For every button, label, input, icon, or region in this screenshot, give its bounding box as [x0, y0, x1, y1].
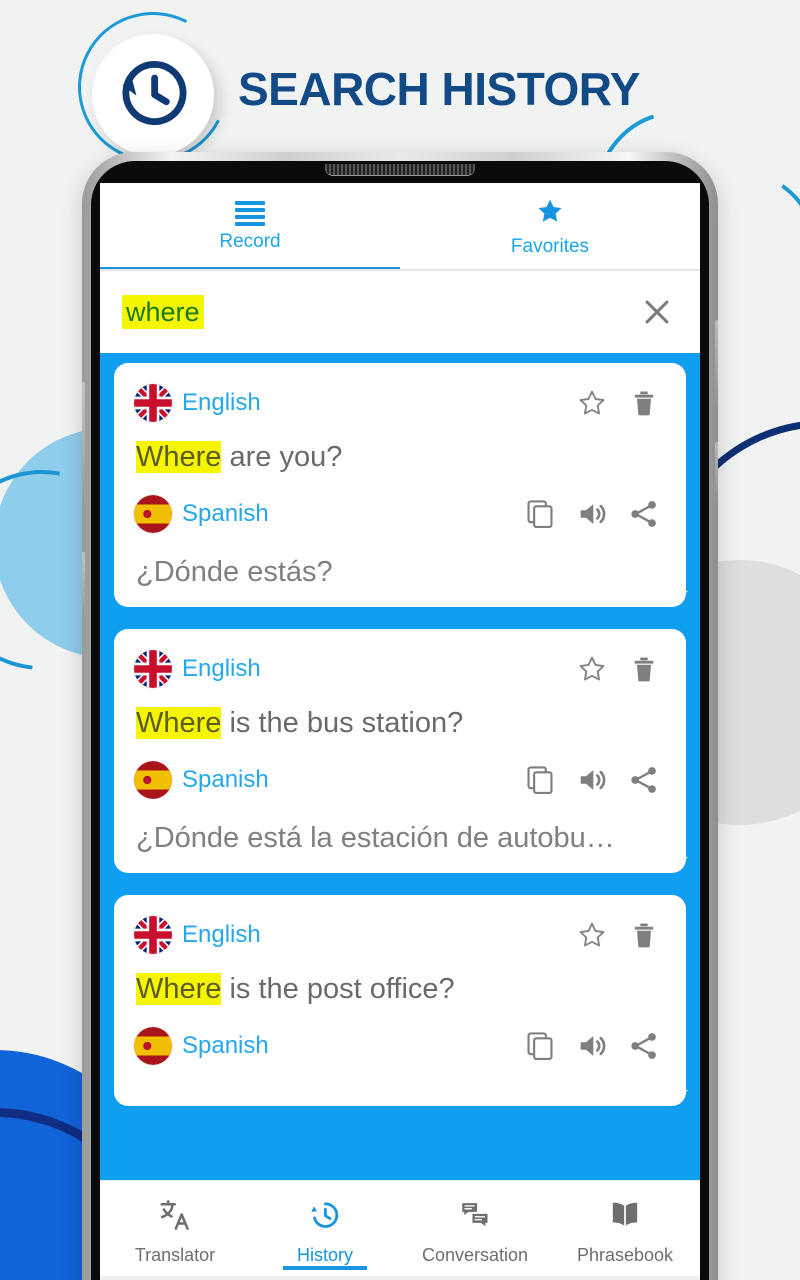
spain-flag-icon — [134, 495, 172, 533]
trash-icon[interactable] — [622, 381, 666, 425]
copy-icon[interactable] — [518, 492, 562, 536]
share-icon[interactable] — [622, 1024, 666, 1068]
star-icon — [535, 197, 565, 231]
star-outline-icon[interactable] — [570, 647, 614, 691]
history-card[interactable]: English — [114, 629, 686, 873]
source-phrase-rest: is the bus station? — [221, 707, 464, 739]
speaker-icon[interactable] — [570, 1024, 614, 1068]
source-phrase-highlight: Where — [136, 973, 222, 1005]
trash-icon[interactable] — [622, 913, 666, 957]
chat-bubbles-icon — [458, 1198, 492, 1237]
uk-flag-icon — [134, 650, 172, 688]
translate-icon — [158, 1198, 192, 1237]
share-icon[interactable] — [622, 492, 666, 536]
source-language-row: English — [134, 913, 666, 957]
target-language-label: Spanish — [182, 500, 269, 527]
tab-record-label: Record — [219, 231, 281, 252]
phone-mockup: Record Favorites where English Where are… — [82, 152, 718, 1280]
history-icon — [114, 54, 192, 137]
phone-earpiece-speaker — [325, 164, 475, 176]
source-phrase-rest: are you? — [221, 441, 343, 473]
promo-header: SEARCH HISTORY — [0, 18, 800, 156]
speaker-icon[interactable] — [570, 492, 614, 536]
source-phrase-rest: is the post office? — [221, 973, 455, 1005]
source-language-label: English — [182, 655, 261, 682]
tab-record[interactable]: Record — [100, 183, 400, 271]
source-phrase-highlight: Where — [136, 707, 222, 739]
source-language-row: English — [134, 381, 666, 425]
tab-favorites-label: Favorites — [510, 235, 590, 257]
nav-item-phrasebook-label: Phrasebook — [576, 1244, 674, 1265]
phone-power-button — [715, 442, 718, 502]
nav-item-translator[interactable]: Translator — [100, 1181, 250, 1276]
phone-left-button-a — [82, 382, 85, 502]
target-language-row: Spanish — [134, 492, 666, 536]
trash-icon[interactable] — [622, 647, 666, 691]
page-title: SEARCH HISTORY — [238, 63, 640, 115]
top-tabs: Record Favorites — [100, 183, 700, 271]
target-language-row: Spanish — [134, 758, 666, 802]
uk-flag-icon — [134, 916, 172, 954]
nav-item-history[interactable]: History — [250, 1181, 400, 1276]
nav-item-conversation[interactable]: Conversation — [400, 1181, 550, 1276]
target-phrase: ¿Dónde está la estación de autobu… — [136, 822, 615, 854]
nav-item-conversation-label: Conversation — [421, 1244, 529, 1265]
target-language-label: Spanish — [182, 766, 269, 793]
speaker-icon[interactable] — [570, 758, 614, 802]
phone-volume-button — [715, 320, 718, 412]
source-phrase-highlight: Where — [136, 441, 222, 473]
history-card[interactable]: English — [114, 363, 686, 607]
phone-left-button-b — [82, 552, 85, 614]
target-phrase: ¿Dónde estás? — [136, 556, 333, 588]
target-language-label: Spanish — [182, 1032, 269, 1059]
search-bar: where — [100, 271, 700, 353]
search-input[interactable]: where — [122, 294, 204, 330]
promo-screenshot: SEARCH HISTORY Record Favorites where En… — [0, 0, 800, 1280]
star-outline-icon[interactable] — [570, 381, 614, 425]
nav-item-history-label: History — [296, 1244, 353, 1265]
source-language-label: English — [182, 921, 261, 948]
copy-icon[interactable] — [518, 1024, 562, 1068]
close-icon[interactable] — [636, 291, 678, 333]
history-clock-icon — [308, 1198, 342, 1237]
star-outline-icon[interactable] — [570, 913, 614, 957]
history-list[interactable]: English Where are you? Spanish ¿Dónde es… — [100, 353, 700, 1180]
source-phrase: Where is the post office? — [136, 973, 666, 1006]
open-book-icon — [608, 1198, 642, 1237]
source-phrase: Where are you? — [136, 441, 666, 474]
spain-flag-icon — [134, 761, 172, 799]
share-icon[interactable] — [622, 758, 666, 802]
spain-flag-icon — [134, 1027, 172, 1065]
tab-favorites[interactable]: Favorites — [400, 183, 700, 271]
target-language-row: Spanish — [134, 1024, 666, 1068]
phone-bezel: Record Favorites where English Where are… — [91, 161, 709, 1280]
nav-item-phrasebook[interactable]: Phrasebook — [550, 1181, 700, 1276]
bottom-navigation: Translator History Conversation Phrasebo… — [100, 1180, 700, 1276]
source-language-label: English — [182, 389, 261, 416]
uk-flag-icon — [134, 384, 172, 422]
system-nav-strip — [100, 1276, 700, 1280]
source-language-row: English — [134, 647, 666, 691]
history-badge — [92, 34, 214, 156]
hamburger-icon — [235, 201, 265, 226]
copy-icon[interactable] — [518, 758, 562, 802]
app-screen: Record Favorites where English Where are… — [100, 183, 700, 1280]
source-phrase: Where is the bus station? — [136, 707, 666, 740]
history-card[interactable]: English — [114, 895, 686, 1106]
nav-item-translator-label: Translator — [134, 1244, 216, 1265]
